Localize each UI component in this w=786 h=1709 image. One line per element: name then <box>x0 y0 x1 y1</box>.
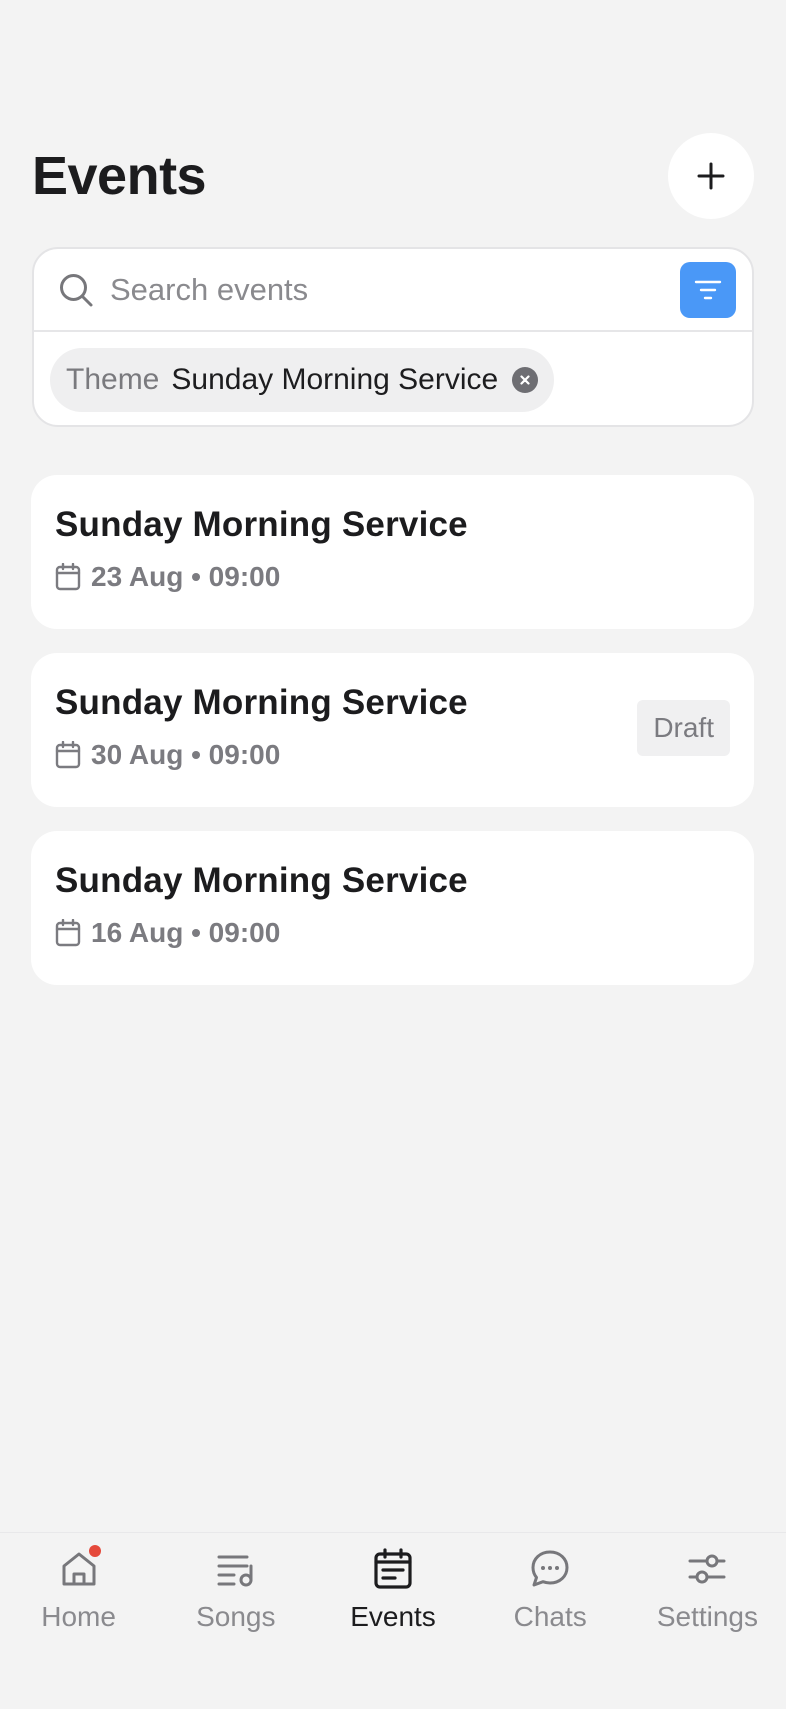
event-title: Sunday Morning Service <box>55 861 468 900</box>
notification-dot <box>88 1545 101 1557</box>
add-event-button[interactable] <box>668 133 754 219</box>
event-date-text: 16 Aug • 09:00 <box>91 917 281 948</box>
nav-item-events[interactable]: Events <box>314 1533 471 1709</box>
home-icon <box>57 1545 101 1591</box>
music-list-icon <box>214 1547 258 1591</box>
filter-chip-value: Sunday Morning Service <box>171 362 499 396</box>
event-title: Sunday Morning Service <box>55 505 468 544</box>
search-row <box>34 249 752 332</box>
calendar-icon <box>55 919 81 947</box>
plus-icon <box>697 162 725 190</box>
filter-chip-key: Theme <box>66 362 160 396</box>
nav-label: Chats <box>513 1601 587 1632</box>
nav-item-chats[interactable]: Chats <box>472 1533 629 1709</box>
event-date-text: 23 Aug • 09:00 <box>91 561 281 592</box>
bottom-nav: Home Songs Events Chats Settings <box>0 1532 786 1709</box>
nav-label: Home <box>41 1601 116 1632</box>
search-card: Theme Sunday Morning Service <box>32 247 754 427</box>
nav-label: Songs <box>196 1601 276 1632</box>
events-screen: Events Theme Sunday Morning Service <box>0 0 786 1709</box>
search-input[interactable] <box>110 271 680 308</box>
nav-item-settings[interactable]: Settings <box>629 1533 786 1709</box>
calendar-icon <box>55 741 81 769</box>
event-date: 30 Aug • 09:00 <box>55 739 280 771</box>
nav-label: Events <box>350 1601 436 1632</box>
event-date: 16 Aug • 09:00 <box>55 917 280 949</box>
page-title: Events <box>32 146 207 206</box>
filter-icon <box>694 280 722 299</box>
event-card[interactable]: Sunday Morning Service 23 Aug • 09:00 <box>31 475 754 629</box>
event-date: 23 Aug • 09:00 <box>55 561 280 593</box>
close-circle-icon[interactable] <box>512 366 539 393</box>
status-badge: Draft <box>637 700 730 756</box>
nav-item-songs[interactable]: Songs <box>157 1533 314 1709</box>
filter-button[interactable] <box>680 261 736 318</box>
calendar-icon <box>55 563 81 591</box>
event-card[interactable]: Sunday Morning Service 30 Aug • 09:00 Dr… <box>31 653 754 807</box>
filter-chip[interactable]: Theme Sunday Morning Service <box>50 347 555 412</box>
search-icon <box>60 273 93 306</box>
chat-bubble-icon <box>528 1547 572 1591</box>
nav-item-home[interactable]: Home <box>0 1533 157 1709</box>
calendar-icon <box>371 1547 415 1591</box>
sliders-icon <box>685 1547 729 1591</box>
header: Events <box>32 132 754 220</box>
event-card[interactable]: Sunday Morning Service 16 Aug • 09:00 <box>31 831 754 985</box>
event-date-text: 30 Aug • 09:00 <box>91 739 281 770</box>
nav-label: Settings <box>656 1601 758 1632</box>
active-filters: Theme Sunday Morning Service <box>34 332 752 425</box>
event-title: Sunday Morning Service <box>55 683 468 722</box>
